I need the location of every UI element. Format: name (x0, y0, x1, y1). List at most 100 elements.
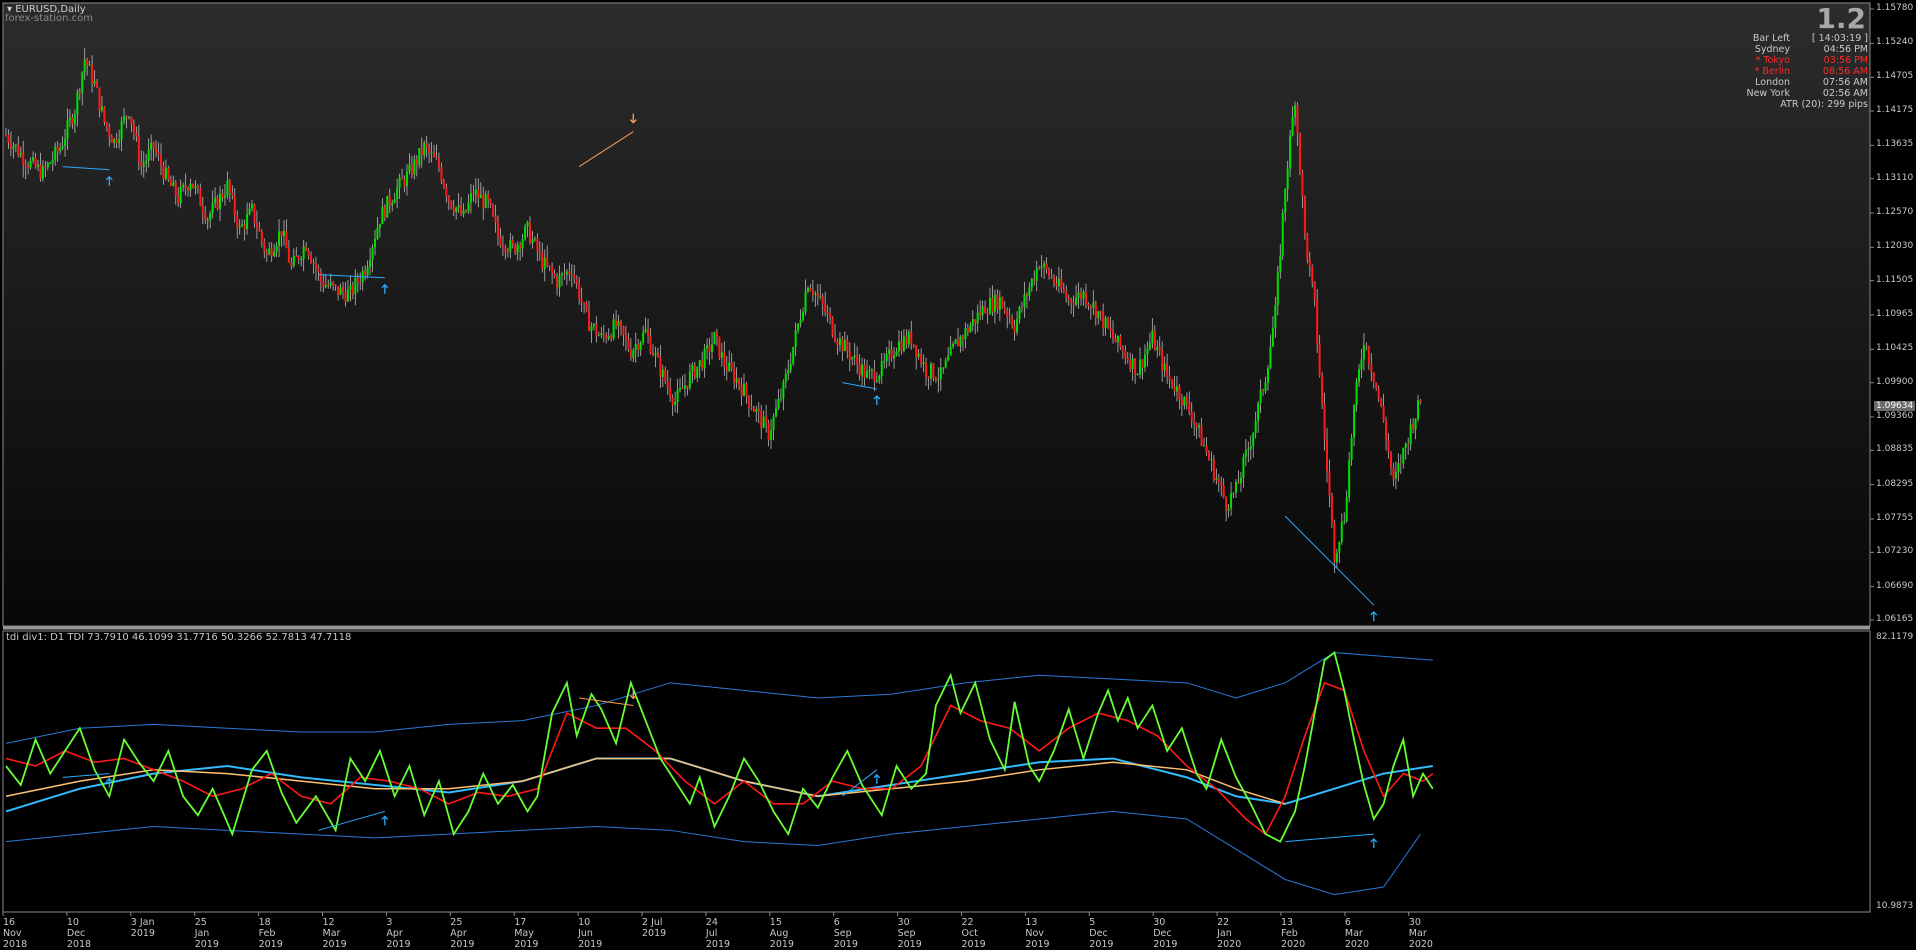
candle-body (1109, 327, 1112, 331)
candle-body (1340, 521, 1343, 542)
candle-body (605, 335, 608, 339)
candle-body (1335, 552, 1338, 563)
candle-body (949, 346, 952, 356)
session-label: * Tokyo (1755, 55, 1790, 66)
date-tick-label: 25 Jan 2019 (194, 917, 219, 950)
candle-body (22, 152, 25, 166)
candle-body (1195, 423, 1198, 428)
candle-body (590, 325, 593, 331)
candle-body (878, 375, 881, 381)
candle-body (386, 195, 389, 218)
candle-body (632, 350, 635, 358)
chart-canvas[interactable] (0, 0, 1916, 933)
candle-body (1084, 291, 1087, 305)
candle-body (374, 239, 376, 248)
candle-body (1220, 482, 1223, 486)
date-tick-label: 13 Nov 2019 (1025, 917, 1050, 950)
candle-body (1097, 311, 1100, 319)
candle-body (947, 355, 950, 361)
date-tick-label: 15 Aug 2019 (769, 917, 794, 950)
candle-body (155, 148, 158, 153)
candle-body (182, 184, 185, 188)
candle-body (445, 187, 448, 197)
candle-body (292, 256, 295, 266)
candle-body (708, 345, 711, 353)
session-label: Sydney (1754, 44, 1790, 55)
candle-body (578, 283, 581, 300)
candle-body (952, 343, 955, 347)
current-price-tag: 1.09634 (1874, 401, 1916, 411)
session-row: ATR (20): 299 pips (1720, 99, 1868, 110)
candle-body (1389, 452, 1392, 468)
candle-body (1212, 459, 1215, 481)
price-tick-label: 1.06165 (1876, 614, 1914, 624)
price-tick-label: 1.13635 (1876, 139, 1914, 150)
session-label: Bar Left (1752, 33, 1790, 44)
candle-body (396, 187, 399, 200)
candle-body (405, 171, 408, 186)
candle-body (381, 206, 384, 224)
candle-body (816, 293, 819, 297)
session-value: 02:56 AM (1822, 88, 1868, 99)
candle-body (467, 202, 470, 212)
candle-body (1166, 363, 1169, 376)
candle-body (664, 369, 667, 382)
candle-body (1326, 439, 1329, 472)
candle-body (1232, 492, 1235, 494)
candle-body (720, 352, 723, 358)
candle-body (1126, 358, 1129, 361)
date-tick-label: 18 Feb 2019 (258, 917, 283, 950)
candle-body (659, 356, 662, 378)
candle-body (1124, 351, 1127, 359)
candle-body (563, 273, 566, 275)
candle-body (371, 247, 374, 261)
candle-body (856, 355, 859, 364)
date-tick-label: 17 May 2019 (514, 917, 539, 950)
candle-body (196, 185, 199, 189)
candle-body (364, 270, 367, 276)
session-label: * Berlin (1754, 66, 1790, 77)
candle-body (179, 187, 182, 204)
candle-body (1153, 330, 1156, 350)
candle-body (221, 193, 224, 198)
candle-body (278, 231, 281, 246)
candle-body (794, 330, 797, 347)
candle-body (1308, 259, 1311, 267)
candle-body (583, 302, 586, 304)
candle-body (873, 369, 876, 382)
candle-body (1385, 420, 1388, 441)
candle-body (521, 239, 524, 249)
candle-body (499, 237, 502, 246)
candle-body (1092, 302, 1095, 309)
candle-body (5, 134, 7, 136)
candle-body (747, 395, 750, 407)
session-label: New York (1746, 88, 1790, 99)
candle-body (556, 276, 559, 288)
candle-body (36, 164, 39, 167)
candle-body (1198, 425, 1201, 428)
candle-body (1380, 398, 1383, 406)
candle-body (174, 182, 177, 197)
candle-body (784, 373, 787, 382)
candle-body (9, 142, 12, 149)
candle-body (846, 340, 849, 352)
candle-body (290, 262, 293, 266)
candle-body (974, 319, 977, 324)
candle-body (676, 389, 679, 403)
candle-body (1205, 445, 1208, 453)
candle-body (295, 256, 298, 258)
candle-body (937, 379, 940, 381)
candle-body (460, 205, 463, 215)
candle-body (477, 189, 480, 199)
candle-body (711, 344, 714, 353)
candle-body (774, 408, 777, 417)
candle-body (14, 144, 17, 146)
candle-body (1316, 298, 1319, 344)
candle-body (1129, 360, 1132, 370)
candle-body (895, 351, 898, 356)
candle-body (317, 268, 320, 272)
candle-body (600, 333, 603, 336)
date-tick-label: 25 Apr 2019 (450, 917, 475, 950)
candle-body (1077, 292, 1080, 298)
candle-body (231, 193, 234, 196)
